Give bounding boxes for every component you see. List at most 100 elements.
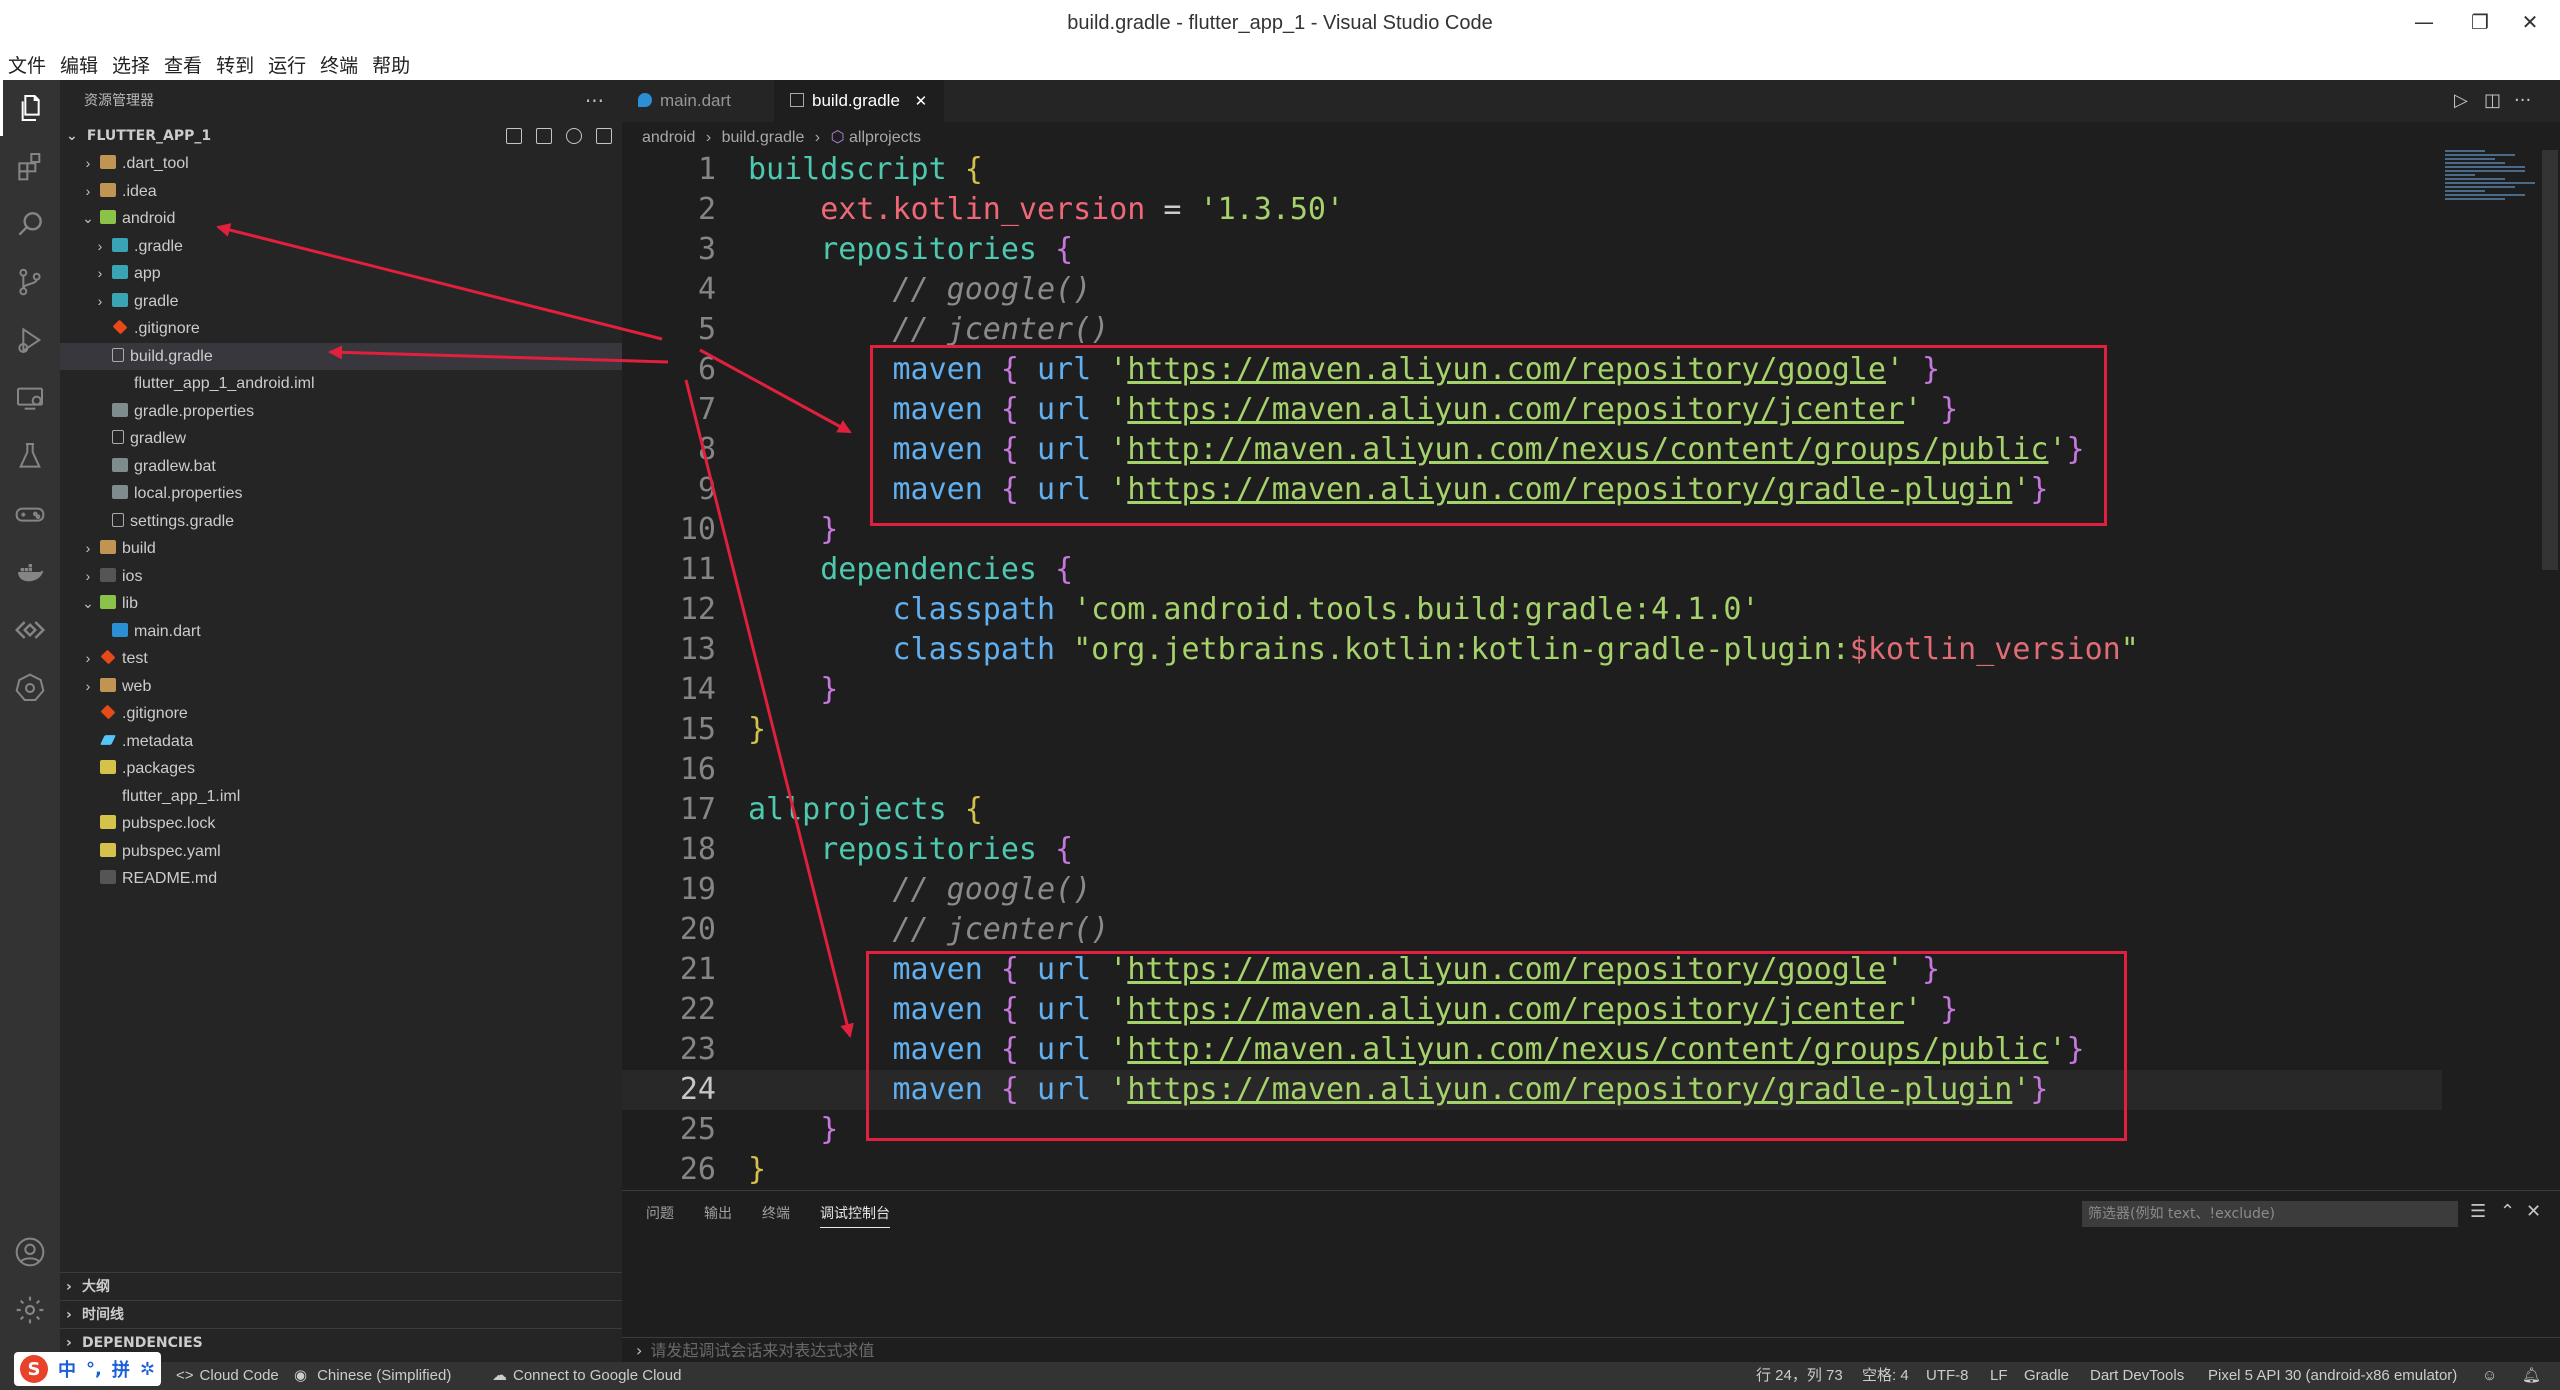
minimize-button[interactable]: — [2404, 10, 2444, 34]
docker-icon[interactable] [0, 544, 60, 600]
code-line[interactable]: 3 repositories { [622, 230, 2442, 270]
tab-debug-console[interactable]: 调试控制台 [820, 1203, 890, 1228]
cloud-code-status[interactable]: <> Cloud Code [176, 1362, 279, 1390]
more-actions-icon[interactable]: ··· [585, 80, 604, 122]
tree-item[interactable]: › test [60, 645, 622, 673]
source-control-icon[interactable] [0, 254, 60, 310]
breadcrumb-allprojects[interactable]: allprojects [849, 129, 921, 146]
code-line[interactable]: 16 [622, 750, 2442, 790]
repl-input[interactable]: › 请发起调试会话来对表达式求值 [622, 1337, 2560, 1363]
code-line[interactable]: 19 // google() [622, 870, 2442, 910]
code-line[interactable]: 12 classpath 'com.android.tools.build:gr… [622, 590, 2442, 630]
code-line[interactable]: 4 // google() [622, 270, 2442, 310]
ime-punctuation[interactable]: °, [86, 1359, 102, 1380]
menu-help[interactable]: 帮助 [366, 52, 416, 80]
code-line[interactable]: 15} [622, 710, 2442, 750]
code-line[interactable]: 17 allprojects { [622, 790, 2442, 830]
tree-item[interactable]: ⌄ android [60, 205, 622, 233]
collapse-all-icon[interactable] [596, 128, 612, 144]
filter-input[interactable]: 筛选器(例如 text、!exclude) [2082, 1201, 2458, 1227]
code-line[interactable]: 14 } [622, 670, 2442, 710]
maximize-button[interactable]: ❐ [2460, 10, 2500, 34]
tree-item[interactable]: › ios [60, 563, 622, 591]
tree-item[interactable]: › .gradle [60, 233, 622, 261]
tree-item[interactable]: › app [60, 260, 622, 288]
indentation-status[interactable]: 空格: 4 [1862, 1362, 1909, 1390]
new-folder-icon[interactable] [536, 128, 552, 144]
tree-item[interactable]: README.md [60, 865, 622, 893]
ime-settings-icon[interactable]: ✲ [140, 1359, 155, 1380]
editor-scrollbar[interactable] [2542, 150, 2558, 570]
outline-section[interactable]: › 大纲 [60, 1272, 622, 1300]
more-editor-actions-icon[interactable]: ··· [2514, 90, 2531, 111]
feedback-icon[interactable]: ☺ [2482, 1362, 2497, 1390]
testing-icon[interactable] [0, 428, 60, 484]
tree-item[interactable]: settings.gradle [60, 508, 622, 536]
project-folder-header[interactable]: ⌄ FLUTTER_APP_1 [60, 122, 622, 150]
run-debug-icon[interactable] [0, 312, 60, 368]
device-status[interactable]: Pixel 5 API 30 (android-x86 emulator) [2208, 1362, 2457, 1390]
tree-item[interactable]: .gitignore [60, 315, 622, 343]
cursor-position[interactable]: 行 24，列 73 [1756, 1362, 1843, 1390]
menu-file[interactable]: 文件 [2, 52, 52, 80]
tree-item[interactable]: .metadata [60, 728, 622, 756]
breadcrumb-build-gradle[interactable]: build.gradle [722, 129, 805, 146]
close-panel-icon[interactable]: ✕ [2526, 1201, 2541, 1222]
breadcrumb-android[interactable]: android [642, 129, 695, 146]
menu-run[interactable]: 运行 [262, 52, 312, 80]
tree-item[interactable]: gradlew [60, 425, 622, 453]
code-line[interactable]: 1 buildscript { [622, 150, 2442, 190]
menu-go[interactable]: 转到 [210, 52, 260, 80]
language-mode-status[interactable]: Gradle [2024, 1362, 2069, 1390]
tree-item[interactable]: › gradle [60, 288, 622, 316]
code-line[interactable]: 20 // jcenter() [622, 910, 2442, 950]
tree-item[interactable]: gradlew.bat [60, 453, 622, 481]
notifications-bell-icon[interactable]: 🔔︎ [2522, 1362, 2541, 1390]
run-icon[interactable]: ▷ [2454, 90, 2468, 111]
explorer-icon[interactable] [0, 80, 60, 136]
tab-terminal[interactable]: 终端 [762, 1203, 790, 1223]
code-line[interactable]: 18 repositories { [622, 830, 2442, 870]
ime-pinyin[interactable]: 拼 [112, 1356, 130, 1382]
tree-item[interactable]: › .dart_tool [60, 150, 622, 178]
tree-item[interactable]: build.gradle [60, 342, 622, 370]
tree-item[interactable]: pubspec.lock [60, 810, 622, 838]
search-icon[interactable] [0, 196, 60, 252]
tree-item[interactable]: .gitignore [60, 700, 622, 728]
settings-gear-icon[interactable] [0, 1282, 60, 1338]
tree-item[interactable]: .packages [60, 755, 622, 783]
menu-view[interactable]: 查看 [158, 52, 208, 80]
kubernetes-icon[interactable] [0, 660, 60, 716]
tree-item[interactable]: › web [60, 673, 622, 701]
new-file-icon[interactable] [506, 128, 522, 144]
code-line[interactable]: 5 // jcenter() [622, 310, 2442, 350]
code-line[interactable]: 2 ext.kotlin_version = '1.3.50' [622, 190, 2442, 230]
split-editor-icon[interactable]: ◫ [2484, 90, 2501, 111]
tree-item[interactable]: pubspec.yaml [60, 838, 622, 866]
cloud-code-icon[interactable] [0, 602, 60, 658]
account-icon[interactable] [0, 1224, 60, 1280]
refresh-icon[interactable] [566, 128, 582, 144]
tree-item[interactable]: › build [60, 535, 622, 563]
extensions-icon[interactable] [0, 138, 60, 194]
connect-cloud-status[interactable]: ☁ Connect to Google Cloud [492, 1362, 681, 1390]
timeline-section[interactable]: › 时间线 [60, 1300, 622, 1328]
tree-item[interactable]: local.properties [60, 480, 622, 508]
menu-terminal[interactable]: 终端 [314, 52, 364, 80]
minimap[interactable] [2445, 150, 2545, 230]
code-line[interactable]: 11 dependencies { [622, 550, 2442, 590]
tree-item[interactable]: main.dart [60, 618, 622, 646]
tree-item[interactable]: ⌄ lib [60, 590, 622, 618]
ime-chinese-mode[interactable]: 中 [58, 1356, 76, 1382]
gamepad-icon[interactable] [0, 486, 60, 542]
dart-devtools-status[interactable]: Dart DevTools [2090, 1362, 2184, 1390]
code-line[interactable]: 26} [622, 1150, 2442, 1190]
clear-console-icon[interactable]: ☰ [2470, 1201, 2486, 1222]
menu-selection[interactable]: 选择 [106, 52, 156, 80]
tree-item[interactable]: › .idea [60, 178, 622, 206]
tab-build-gradle[interactable]: build.gradle ✕ [774, 80, 944, 122]
tree-item[interactable]: gradle.properties [60, 398, 622, 426]
ime-toolbar[interactable]: S 中 °, 拼 ✲ [14, 1352, 161, 1386]
tree-item[interactable]: flutter_app_1_android.iml [60, 370, 622, 398]
remote-explorer-icon[interactable] [0, 370, 60, 426]
